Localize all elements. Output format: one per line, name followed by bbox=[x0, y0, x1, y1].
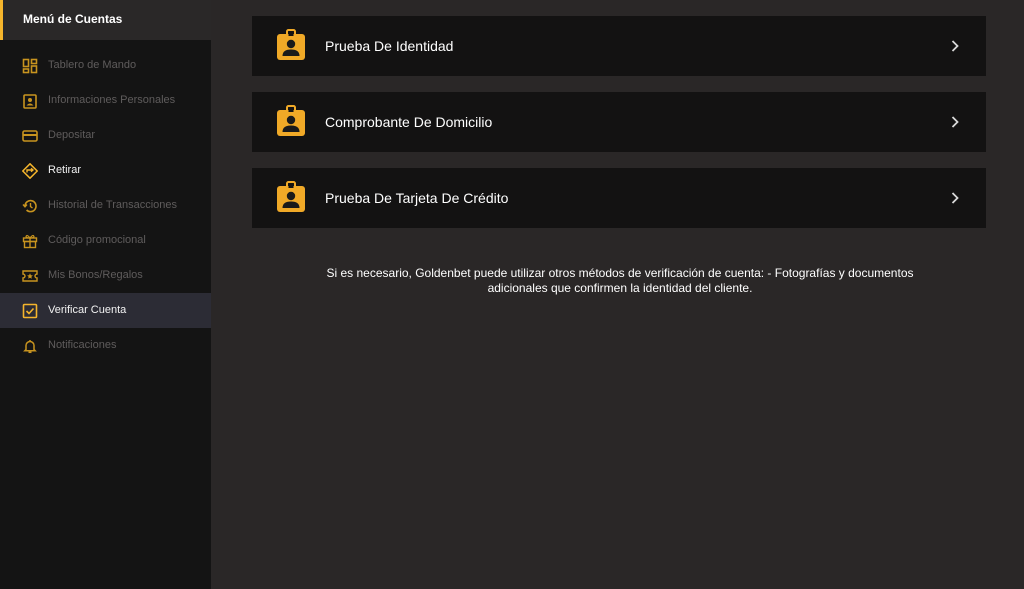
credit-card-proof-card[interactable]: Prueba De Tarjeta De Crédito bbox=[252, 168, 986, 228]
card-label: Prueba De Tarjeta De Crédito bbox=[325, 190, 509, 206]
bell-icon bbox=[22, 338, 38, 354]
sidebar-item-deposit[interactable]: Depositar bbox=[0, 118, 211, 153]
sidebar-item-withdraw[interactable]: Retirar bbox=[0, 153, 211, 188]
sidebar-item-label: Tablero de Mando bbox=[48, 59, 137, 71]
sidebar-item-label: Informaciones Personales bbox=[48, 94, 176, 106]
sidebar-item-label: Depositar bbox=[48, 129, 96, 141]
chevron-right-icon bbox=[950, 39, 960, 53]
verification-note: Si es necesario, Goldenbet puede utiliza… bbox=[326, 266, 914, 295]
identity-badge-icon bbox=[276, 105, 306, 137]
address-proof-card[interactable]: Comprobante De Domicilio bbox=[252, 92, 986, 152]
credit-card-icon bbox=[22, 128, 38, 144]
gift-icon bbox=[22, 233, 38, 249]
chevron-right-icon bbox=[950, 191, 960, 205]
sidebar-item-dashboard[interactable]: Tablero de Mando bbox=[0, 48, 211, 83]
sidebar-item-label: Notificaciones bbox=[48, 339, 117, 351]
sidebar-item-personal-info[interactable]: Informaciones Personales bbox=[0, 83, 211, 118]
card-label: Comprobante De Domicilio bbox=[325, 114, 493, 130]
identity-badge-icon bbox=[276, 181, 306, 213]
identity-proof-card[interactable]: Prueba De Identidad bbox=[252, 16, 986, 76]
id-card-icon bbox=[22, 93, 38, 109]
identity-badge-icon bbox=[276, 29, 306, 61]
dashboard-icon bbox=[22, 58, 38, 74]
chevron-right-icon bbox=[950, 115, 960, 129]
checkbox-icon bbox=[22, 303, 38, 319]
app: Menú de Cuentas Tablero de Mando Informa… bbox=[0, 0, 1024, 589]
withdraw-icon bbox=[22, 163, 38, 179]
card-label: Prueba De Identidad bbox=[325, 38, 454, 54]
sidebar-item-label: Historial de Transacciones bbox=[48, 199, 178, 211]
sidebar-item-label: Mis Bonos/Regalos bbox=[48, 269, 143, 281]
history-icon bbox=[22, 198, 38, 214]
sidebar-item-label: Retirar bbox=[48, 164, 82, 176]
sidebar-menu: Tablero de Mando Informaciones Personale… bbox=[0, 48, 211, 363]
sidebar-item-promo-code[interactable]: Código promocional bbox=[0, 223, 211, 258]
sidebar-header: Menú de Cuentas bbox=[0, 0, 211, 40]
sidebar-item-notifications[interactable]: Notificaciones bbox=[0, 328, 211, 363]
sidebar-title: Menú de Cuentas bbox=[23, 12, 123, 26]
account-sidebar: Menú de Cuentas Tablero de Mando Informa… bbox=[0, 0, 211, 589]
sidebar-item-verify-account[interactable]: Verificar Cuenta bbox=[0, 293, 211, 328]
sidebar-item-label: Código promocional bbox=[48, 234, 146, 246]
sidebar-item-transaction-history[interactable]: Historial de Transacciones bbox=[0, 188, 211, 223]
ticket-icon bbox=[22, 268, 38, 284]
sidebar-item-label: Verificar Cuenta bbox=[48, 304, 127, 316]
sidebar-item-bonuses[interactable]: Mis Bonos/Regalos bbox=[0, 258, 211, 293]
